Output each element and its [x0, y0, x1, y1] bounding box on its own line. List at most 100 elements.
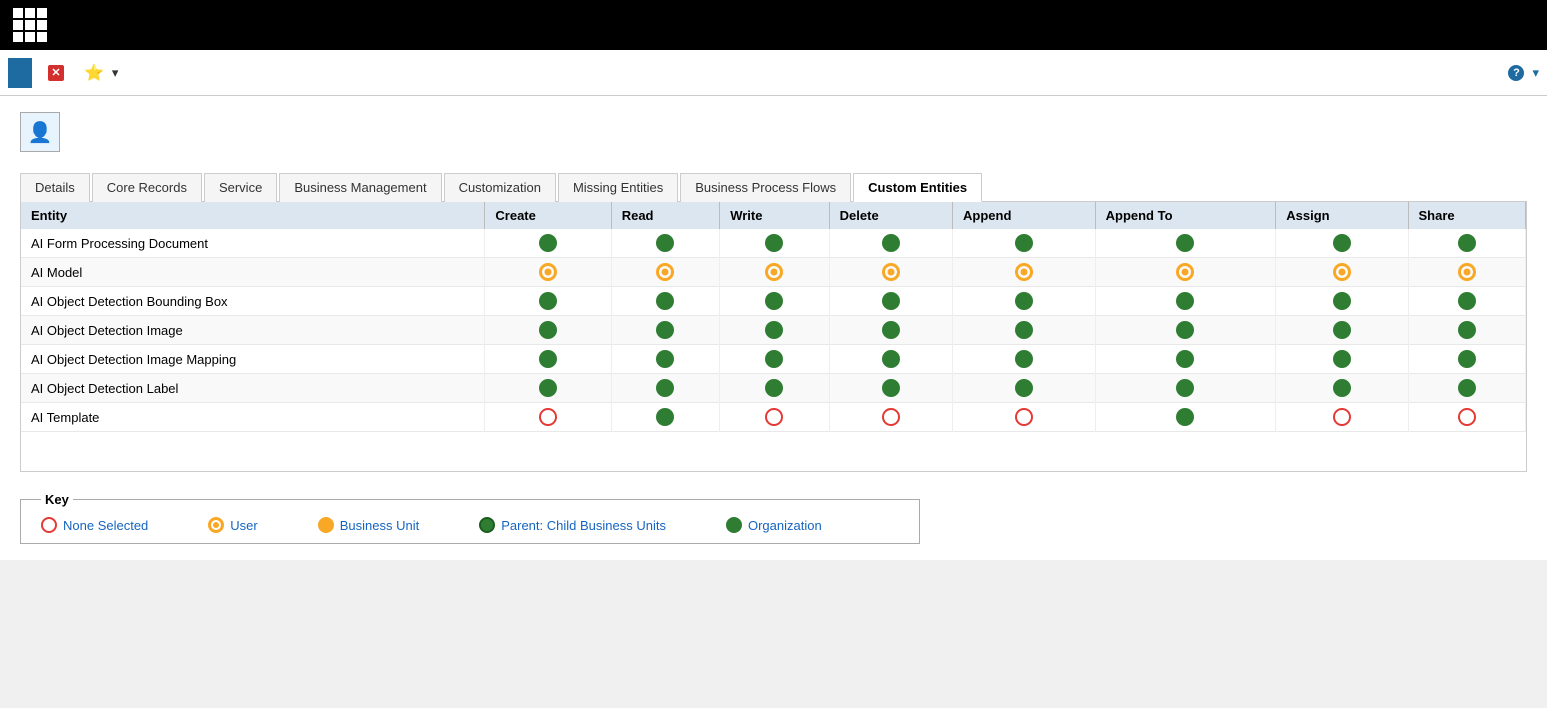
table-header-row: Entity Create Read Write Delete Append A…: [21, 202, 1526, 229]
permission-cell[interactable]: [1095, 374, 1276, 403]
permission-cell[interactable]: [1408, 374, 1526, 403]
tab-details[interactable]: Details: [20, 173, 90, 202]
help-circle-icon: ?: [1508, 65, 1524, 81]
table-row: AI Template: [21, 403, 1526, 432]
tab-business-process-flows[interactable]: Business Process Flows: [680, 173, 851, 202]
permission-cell[interactable]: [1408, 403, 1526, 432]
key-none-label: None Selected: [63, 518, 148, 533]
permission-cell[interactable]: [611, 316, 720, 345]
permission-cell[interactable]: [829, 374, 952, 403]
permission-cell[interactable]: [720, 229, 829, 258]
key-parent-child-label: Parent: Child Business Units: [501, 518, 666, 533]
col-delete: Delete: [829, 202, 952, 229]
permission-cell[interactable]: [1276, 374, 1408, 403]
permission-cell[interactable]: [1408, 316, 1526, 345]
table-row: AI Object Detection Image: [21, 316, 1526, 345]
permission-cell[interactable]: [1095, 316, 1276, 345]
tab-custom-entities[interactable]: Custom Entities: [853, 173, 982, 202]
permission-cell[interactable]: [1276, 258, 1408, 287]
permission-cell[interactable]: [485, 403, 611, 432]
table-row: AI Object Detection Image Mapping: [21, 345, 1526, 374]
permission-cell[interactable]: [485, 374, 611, 403]
key-none: None Selected: [41, 517, 148, 533]
permission-cell[interactable]: [1408, 345, 1526, 374]
tab-core-records[interactable]: Core Records: [92, 173, 202, 202]
permission-cell[interactable]: [953, 287, 1096, 316]
content-area: 👤 Details Core Records Service Business …: [0, 96, 1547, 560]
permissions-table-wrapper[interactable]: Entity Create Read Write Delete Append A…: [20, 202, 1527, 472]
permission-cell[interactable]: [1408, 229, 1526, 258]
permission-cell[interactable]: [1095, 287, 1276, 316]
close-button[interactable]: ✕: [40, 61, 76, 85]
permission-cell[interactable]: [1095, 258, 1276, 287]
permission-cell[interactable]: [1095, 345, 1276, 374]
col-read: Read: [611, 202, 720, 229]
permission-cell[interactable]: [953, 345, 1096, 374]
page-header: 👤: [20, 112, 1527, 152]
key-items: None Selected User Business Unit Parent:…: [41, 517, 899, 533]
tab-customization[interactable]: Customization: [444, 173, 556, 202]
permission-cell[interactable]: [611, 403, 720, 432]
permission-cell[interactable]: [611, 258, 720, 287]
permissions-table: Entity Create Read Write Delete Append A…: [21, 202, 1526, 432]
permission-cell[interactable]: [829, 403, 952, 432]
permission-cell[interactable]: [720, 258, 829, 287]
key-none-icon: [41, 517, 57, 533]
help-button[interactable]: ? ▾: [1508, 65, 1539, 81]
tab-missing-entities[interactable]: Missing Entities: [558, 173, 678, 202]
permission-cell[interactable]: [611, 345, 720, 374]
tab-service[interactable]: Service: [204, 173, 277, 202]
entity-cell: AI Object Detection Bounding Box: [21, 287, 485, 316]
app-grid-icon[interactable]: [10, 5, 50, 45]
permission-cell[interactable]: [1276, 316, 1408, 345]
entity-cell: AI Model: [21, 258, 485, 287]
col-create: Create: [485, 202, 611, 229]
permission-cell[interactable]: [953, 316, 1096, 345]
file-button[interactable]: [8, 58, 32, 88]
permission-cell[interactable]: [829, 345, 952, 374]
key-business-unit: Business Unit: [318, 517, 419, 533]
key-legend: Key: [41, 492, 73, 507]
permission-cell[interactable]: [485, 345, 611, 374]
actions-button[interactable]: ⭐ ▾: [76, 59, 126, 87]
permission-cell[interactable]: [720, 403, 829, 432]
key-business-unit-icon: [318, 517, 334, 533]
actions-star-icon: ⭐: [84, 63, 104, 83]
permission-cell[interactable]: [953, 374, 1096, 403]
permission-cell[interactable]: [485, 316, 611, 345]
key-parent-child: Parent: Child Business Units: [479, 517, 666, 533]
top-bar: [0, 0, 1547, 50]
toolbar: ✕ ⭐ ▾ ? ▾: [0, 50, 1547, 96]
permission-cell[interactable]: [1408, 258, 1526, 287]
permission-cell[interactable]: [1095, 403, 1276, 432]
permission-cell[interactable]: [953, 229, 1096, 258]
tab-business-management[interactable]: Business Management: [279, 173, 441, 202]
permission-cell[interactable]: [829, 287, 952, 316]
permission-cell[interactable]: [720, 345, 829, 374]
permission-cell[interactable]: [720, 316, 829, 345]
key-business-unit-label: Business Unit: [340, 518, 419, 533]
permission-cell[interactable]: [1095, 229, 1276, 258]
permission-cell[interactable]: [953, 258, 1096, 287]
permission-cell[interactable]: [485, 258, 611, 287]
permission-cell[interactable]: [611, 287, 720, 316]
permission-cell[interactable]: [720, 374, 829, 403]
permission-cell[interactable]: [1276, 345, 1408, 374]
permission-cell[interactable]: [720, 287, 829, 316]
permission-cell[interactable]: [829, 316, 952, 345]
permission-cell[interactable]: [1408, 287, 1526, 316]
permission-cell[interactable]: [1276, 229, 1408, 258]
permission-cell[interactable]: [1276, 403, 1408, 432]
grid-dots: [13, 8, 47, 42]
permission-cell[interactable]: [829, 229, 952, 258]
permission-cell[interactable]: [953, 403, 1096, 432]
permission-cell[interactable]: [829, 258, 952, 287]
permission-cell[interactable]: [485, 229, 611, 258]
role-icon: 👤: [20, 112, 60, 152]
close-icon: ✕: [48, 65, 64, 81]
permission-cell[interactable]: [1276, 287, 1408, 316]
col-share: Share: [1408, 202, 1526, 229]
permission-cell[interactable]: [611, 374, 720, 403]
permission-cell[interactable]: [611, 229, 720, 258]
permission-cell[interactable]: [485, 287, 611, 316]
